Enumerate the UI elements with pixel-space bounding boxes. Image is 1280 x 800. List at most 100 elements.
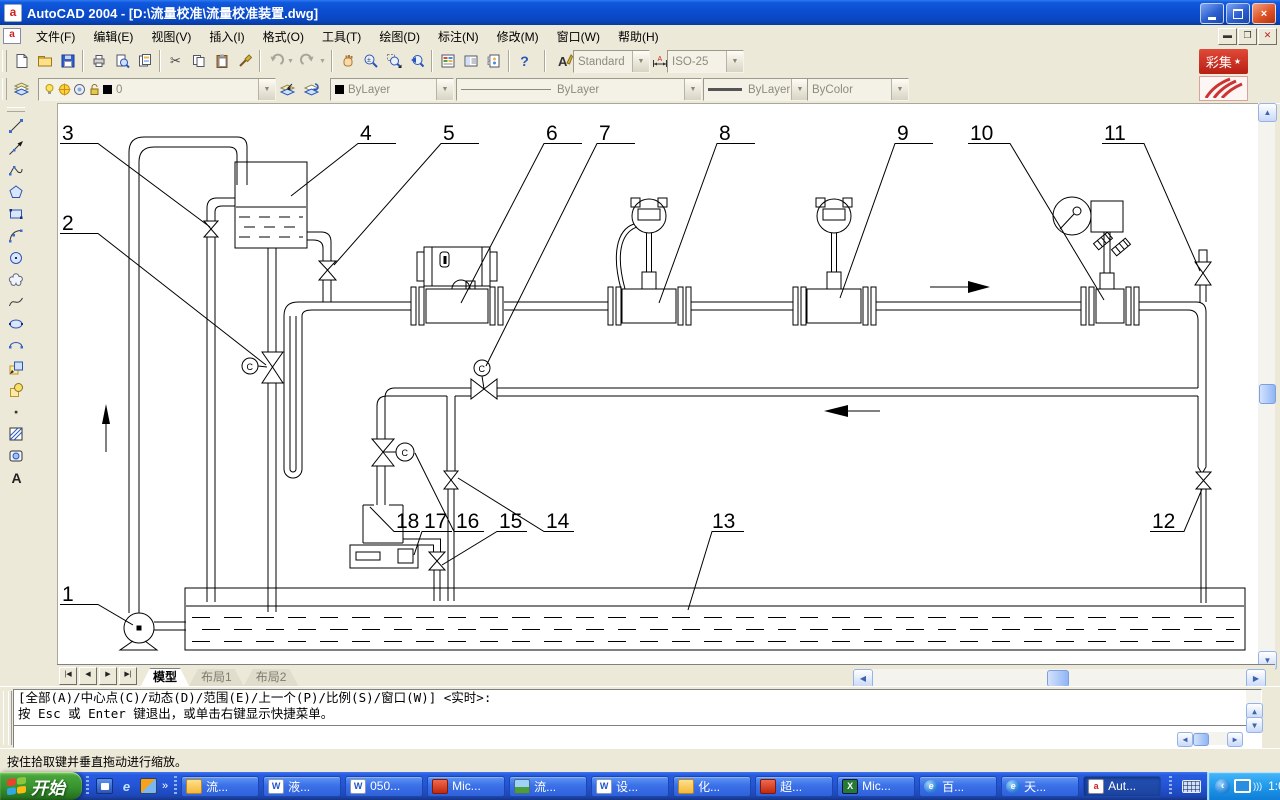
menu-tools[interactable]: 工具(T): [313, 25, 370, 48]
scroll-thumb[interactable]: [1259, 384, 1276, 404]
internet-explorer-icon[interactable]: e: [119, 779, 134, 793]
properties-button[interactable]: [436, 50, 459, 73]
line-button[interactable]: [4, 115, 28, 137]
taskbar-item[interactable]: e百...: [919, 776, 997, 797]
rectangle-button[interactable]: [4, 203, 28, 225]
minimize-button[interactable]: [1200, 3, 1224, 24]
undo-flyout-arrow[interactable]: ▼: [287, 50, 296, 73]
menu-view[interactable]: 视图(V): [142, 25, 200, 48]
chevron-down-icon[interactable]: ▼: [684, 79, 701, 100]
pan-button[interactable]: [336, 50, 359, 73]
taskbar-item[interactable]: e天...: [1001, 776, 1079, 797]
dim-style-combo[interactable]: ISO-25▼: [667, 50, 744, 73]
chevron-down-icon[interactable]: ▼: [436, 79, 453, 100]
menu-dimension[interactable]: 标注(N): [429, 25, 488, 48]
last-tab-button[interactable]: ▶|: [119, 667, 137, 685]
command-text-area[interactable]: [全部(A)/中心点(C)/动态(D)/范围(E)/上一个(P)/比例(S)/窗…: [13, 689, 1262, 748]
layer-on-icon[interactable]: [43, 83, 56, 96]
scroll-up-button[interactable]: ▲: [1258, 103, 1277, 122]
ellipse-arc-button[interactable]: [4, 335, 28, 357]
layer-plot-icon[interactable]: [73, 83, 86, 96]
taskbar-item[interactable]: 流...: [509, 776, 587, 797]
revision-cloud-button[interactable]: [4, 269, 28, 291]
chevron-down-icon[interactable]: ▼: [632, 51, 649, 72]
insert-block-button[interactable]: [4, 357, 28, 379]
menu-file[interactable]: 文件(F): [27, 25, 84, 48]
menu-window[interactable]: 窗口(W): [548, 25, 609, 48]
capture-tool-logo[interactable]: 彩集★: [1199, 49, 1248, 100]
polyline-button[interactable]: [4, 159, 28, 181]
tab-model[interactable]: 模型: [141, 668, 189, 686]
make-block-button[interactable]: [4, 379, 28, 401]
cut-button[interactable]: ✂: [164, 50, 187, 73]
mdi-close-button[interactable]: ✕: [1258, 28, 1277, 45]
quick-launch-overflow-chevron[interactable]: »: [162, 780, 168, 792]
publish-button[interactable]: [133, 50, 156, 73]
linetype-combo[interactable]: ByLayer▼: [456, 78, 702, 101]
redo-button[interactable]: [296, 50, 319, 73]
scroll-thumb[interactable]: [1047, 670, 1069, 687]
region-button[interactable]: [4, 445, 28, 467]
canvas-horizontal-scrollbar[interactable]: ◀ ▶: [853, 669, 1265, 686]
menu-modify[interactable]: 修改(M): [488, 25, 548, 48]
layer-manager-button[interactable]: [10, 78, 33, 101]
taskbar-item[interactable]: W050...: [345, 776, 423, 797]
match-properties-button[interactable]: [233, 50, 256, 73]
plot-button[interactable]: [87, 50, 110, 73]
tool-palettes-button[interactable]: [482, 50, 505, 73]
menu-help[interactable]: 帮助(H): [609, 25, 668, 48]
start-button[interactable]: 开始: [0, 772, 82, 800]
chevron-down-icon[interactable]: ▼: [891, 79, 908, 100]
chevron-down-icon[interactable]: ▼: [791, 79, 808, 100]
zoom-previous-button[interactable]: [405, 50, 428, 73]
mdi-restore-button[interactable]: ❒: [1238, 28, 1257, 45]
undo-button[interactable]: [264, 50, 287, 73]
menu-edit[interactable]: 编辑(E): [84, 25, 142, 48]
copy-button[interactable]: [187, 50, 210, 73]
tab-layout1[interactable]: 布局1: [189, 669, 244, 686]
redo-flyout-arrow[interactable]: ▼: [319, 50, 328, 73]
tab-layout2[interactable]: 布局2: [244, 669, 299, 686]
media-player-icon[interactable]: [140, 778, 157, 794]
print-preview-button[interactable]: [110, 50, 133, 73]
toolbar-grip[interactable]: [2, 78, 7, 100]
scroll-right-button[interactable]: ▶: [1227, 732, 1243, 747]
taskbar-item[interactable]: XMic...: [837, 776, 915, 797]
keyboard-layout-icon[interactable]: [1182, 780, 1201, 793]
tray-collapse-icon[interactable]: ‹: [1215, 779, 1230, 794]
zoom-window-button[interactable]: [382, 50, 405, 73]
circle-button[interactable]: [4, 247, 28, 269]
taskbar-item[interactable]: 化...: [673, 776, 751, 797]
menu-format[interactable]: 格式(O): [254, 25, 313, 48]
point-button[interactable]: [4, 401, 28, 423]
ellipse-button[interactable]: [4, 313, 28, 335]
scroll-left-button[interactable]: ◀: [1177, 732, 1193, 747]
close-button[interactable]: ×: [1252, 3, 1276, 24]
toolbar-grip[interactable]: [7, 107, 25, 112]
new-button[interactable]: [10, 50, 33, 73]
zoom-realtime-button[interactable]: ±: [359, 50, 382, 73]
construction-line-button[interactable]: [4, 137, 28, 159]
color-combo[interactable]: ByLayer▼: [330, 78, 454, 101]
taskbar-item[interactable]: 超...: [755, 776, 833, 797]
layer-thaw-icon[interactable]: [58, 83, 71, 96]
lineweight-combo[interactable]: ByLayer▼: [703, 78, 809, 101]
open-button[interactable]: [33, 50, 56, 73]
model-canvas[interactable]: C: [57, 103, 1258, 664]
help-button[interactable]: ?: [513, 50, 536, 73]
arc-button[interactable]: [4, 225, 28, 247]
layer-previous-button[interactable]: [300, 78, 323, 101]
layer-unlock-icon[interactable]: [88, 83, 101, 96]
text-style-combo[interactable]: Standard▼: [573, 50, 650, 73]
canvas-vertical-scrollbar[interactable]: ▲ ▼: [1258, 103, 1275, 668]
mtext-button[interactable]: A: [4, 467, 28, 489]
first-tab-button[interactable]: |◀: [59, 667, 77, 685]
taskbar-item[interactable]: W液...: [263, 776, 341, 797]
display-audio-icon[interactable]: [1234, 779, 1251, 793]
scroll-down-button[interactable]: ▼: [1246, 717, 1263, 733]
save-button[interactable]: [56, 50, 79, 73]
scroll-thumb[interactable]: [1193, 733, 1209, 746]
command-window-grip[interactable]: [8, 691, 12, 745]
menu-insert[interactable]: 插入(I): [200, 25, 253, 48]
mdi-minimize-button[interactable]: ▬: [1218, 28, 1237, 45]
